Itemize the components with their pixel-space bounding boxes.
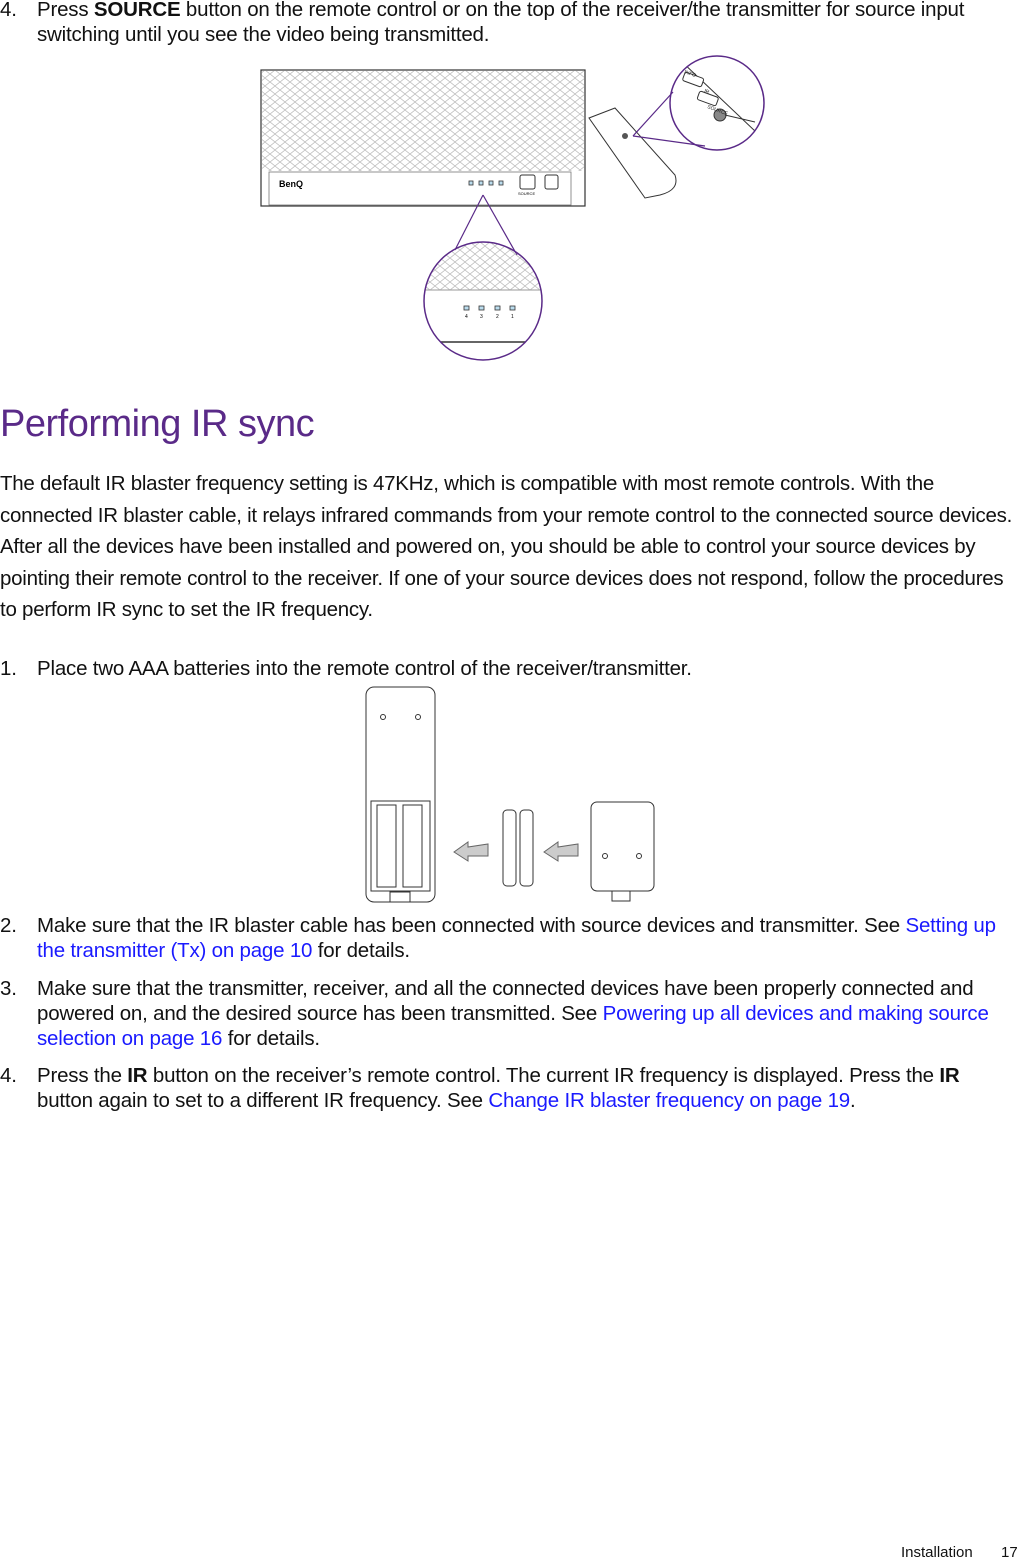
led-label: 2: [496, 314, 499, 320]
text: Press: [37, 0, 94, 21]
led-label: 1: [511, 314, 514, 320]
text: for details.: [222, 1027, 320, 1050]
text: Press the: [37, 1064, 128, 1087]
receiver-remote-illustration: BenQ SOURCE 4 3 2 1 INFO IR SOURCE: [260, 55, 765, 361]
footer-section: Installation: [901, 1544, 973, 1561]
battery-illustration: [365, 686, 655, 903]
link-change-ir-frequency[interactable]: Change IR blaster frequency on page 19: [488, 1089, 850, 1112]
step-number: 4.: [0, 1064, 17, 1087]
text: .: [850, 1089, 856, 1112]
step-number: 3.: [0, 977, 17, 1000]
intro-paragraph: The default IR blaster frequency setting…: [0, 472, 1013, 621]
step-text: Place two AAA batteries into the remote …: [37, 657, 692, 680]
benq-logo: BenQ: [279, 179, 303, 189]
source-bold: SOURCE: [93, 0, 181, 21]
section-title: Performing IR sync: [0, 403, 315, 445]
led-label: 4: [465, 314, 468, 320]
source-label: SOURCE: [518, 191, 535, 196]
step-number: 1.: [0, 657, 17, 680]
ir-bold: IR: [127, 1064, 148, 1087]
led-label: 3: [480, 314, 483, 320]
text: button again to set to a different IR fr…: [37, 1089, 489, 1112]
ir-bold: IR: [939, 1064, 960, 1087]
step-number: 4.: [0, 0, 17, 21]
text: Make sure that the IR blaster cable has …: [37, 914, 906, 937]
text: button on the receiver’s remote control.…: [147, 1064, 940, 1087]
page-number: 17: [1001, 1544, 1018, 1561]
step-number: 2.: [0, 914, 17, 937]
text: for details.: [312, 939, 410, 962]
